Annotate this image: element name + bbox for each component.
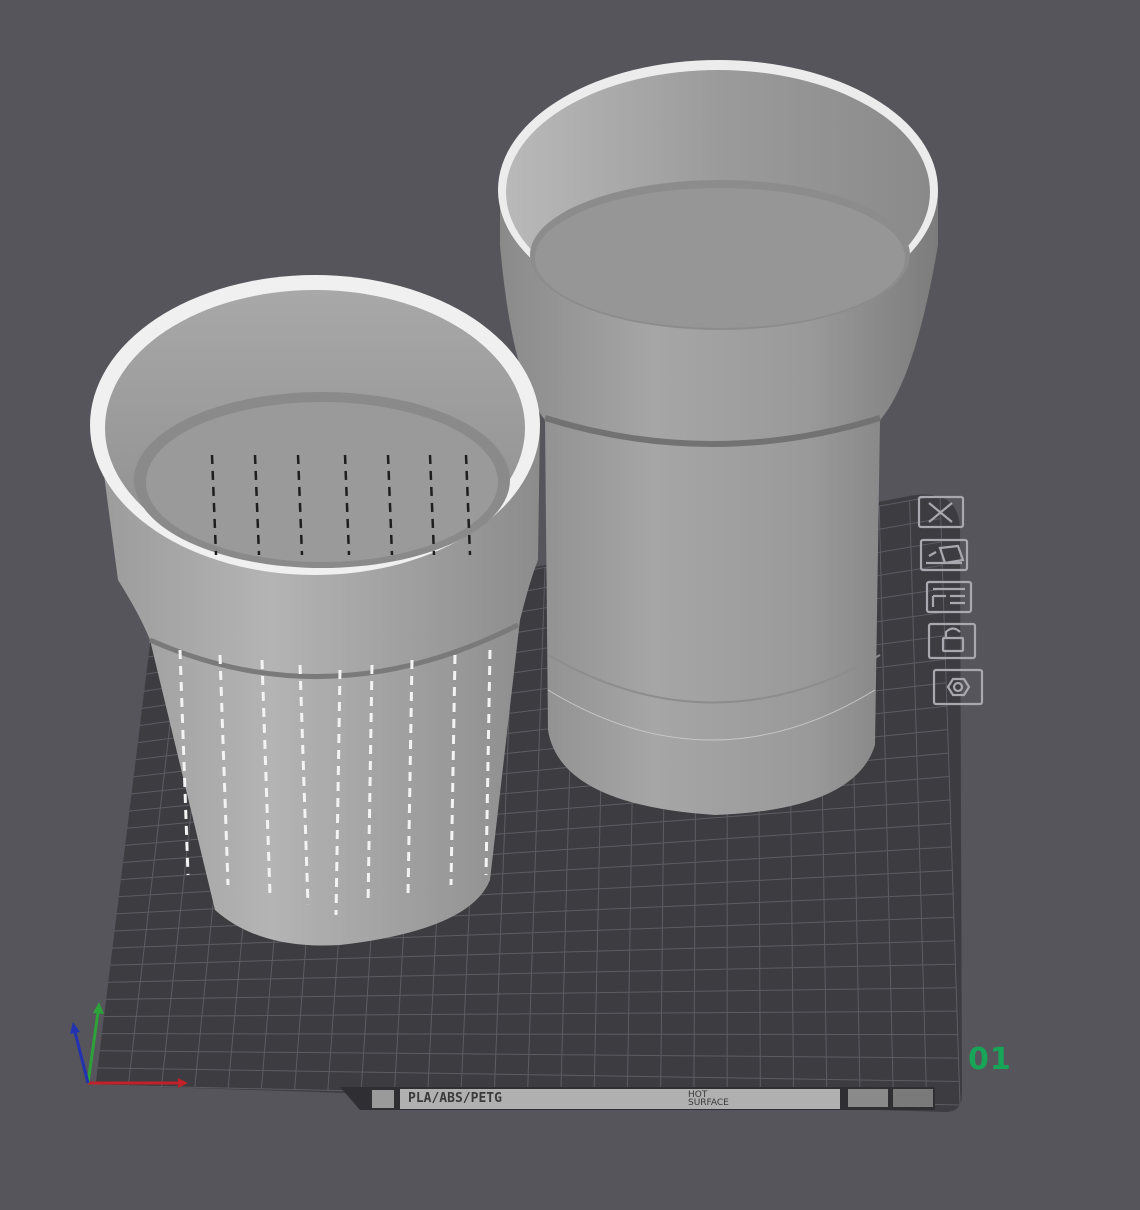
filament-type-label: PLA/ABS/PETG — [408, 1091, 502, 1106]
outer-cup-model — [498, 60, 938, 815]
hot-surface-label-line2: SURFACE — [688, 1098, 729, 1108]
plate-layout-button[interactable] — [927, 580, 971, 614]
auto-arrange-button[interactable] — [921, 538, 967, 572]
plate-number[interactable]: 01 — [968, 1042, 1012, 1077]
lock-plate-button[interactable] — [929, 622, 975, 660]
plate-settings-button[interactable] — [934, 668, 982, 706]
close-plate-button[interactable] — [919, 495, 961, 529]
